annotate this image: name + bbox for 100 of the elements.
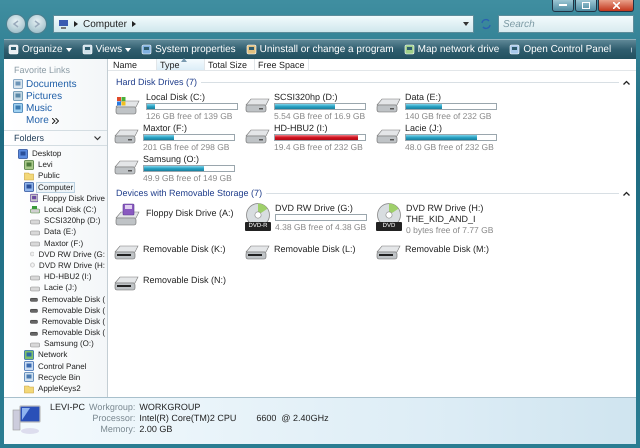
favorite-links-heading: Favorite Links: [13, 64, 72, 77]
drive-name[interactable]: Data (E:): [405, 92, 497, 102]
folder-tree-item[interactable]: Control Panel: [36, 360, 88, 372]
column-header[interactable]: Total Size: [205, 59, 255, 70]
drive-name[interactable]: Samsung (O:): [143, 154, 235, 164]
maximize-button[interactable]: [575, 0, 597, 12]
toolbar-button[interactable]: Views: [82, 44, 132, 55]
favorite-link[interactable]: Pictures: [4, 90, 107, 102]
hard-drive-icon: [245, 98, 270, 113]
minimize-button[interactable]: [552, 0, 574, 12]
floppy-drive-icon: [114, 203, 142, 227]
detail-label: Workgroup:: [89, 402, 136, 412]
removable-drive-icon: [245, 245, 270, 260]
sort-arrow-icon: [181, 58, 187, 62]
toolbar-button[interactable]: Organize: [8, 44, 72, 55]
toolbar-button[interactable]: Open Control Panel: [509, 44, 612, 55]
close-icon: [612, 2, 620, 9]
folder-tree-item[interactable]: Removable Disk (: [40, 294, 107, 305]
computer-name: LEVI-PC: [50, 402, 86, 414]
folder-tree-item[interactable]: Computer: [36, 182, 76, 193]
folder-tree-item[interactable]: Levi: [36, 159, 55, 170]
detail-label: Processor:: [91, 413, 136, 423]
search-field[interactable]: Search: [498, 15, 634, 33]
address-bar[interactable]: Computer: [53, 15, 474, 33]
drive-name[interactable]: Maxtor (F:): [143, 123, 235, 133]
detail-value: 2.00 GB: [139, 424, 174, 434]
drive-name[interactable]: SCSI320hp (D:): [274, 92, 366, 102]
forward-button[interactable]: [27, 14, 47, 34]
free-space: 201 GB free of 298 GB: [143, 142, 230, 152]
hard-drive-icon: [245, 129, 270, 144]
drive-icon: [30, 204, 40, 215]
toolbar-button[interactable]: Map network drive: [404, 44, 500, 55]
free-space: 126 GB free of 139 GB: [146, 111, 234, 121]
drive-name[interactable]: Floppy Disk Drive (A:): [146, 208, 234, 218]
folder-tree-item[interactable]: Samsung (O:): [42, 338, 96, 350]
dropdown-arrow-icon: [125, 48, 132, 52]
free-space: 0 bytes free of 7.77 GB: [406, 225, 494, 235]
volume-label: THE_KID_AND_I: [406, 214, 477, 224]
folder-tree-item[interactable]: Recycle Bin: [36, 372, 82, 383]
hard-drive-icon: [376, 129, 401, 144]
drive-name[interactable]: DVD RW Drive (G:): [275, 203, 367, 213]
column-header[interactable]: Free Space: [255, 59, 309, 70]
free-space: 49.9 GB free of 149 GB: [143, 173, 233, 183]
refresh-icon: [480, 18, 492, 30]
free-space: 48.0 GB free of 232 GB: [405, 142, 495, 152]
free-space: 5.54 GB free of 16.9 GB: [274, 111, 366, 121]
favorite-link[interactable]: Music: [4, 102, 107, 114]
drive-name[interactable]: Local Disk (C:): [146, 92, 238, 102]
drive-name[interactable]: Lacie (J:): [405, 123, 497, 133]
dropdown-arrow-icon: [66, 48, 72, 52]
folder-tree-item[interactable]: Removable Disk (: [40, 316, 107, 327]
group-heading[interactable]: Hard Disk Drives (7): [116, 77, 198, 87]
drive-name[interactable]: Removable Disk (K:): [143, 244, 226, 254]
detail-value: WORKGROUP: [139, 402, 202, 412]
chevron-right-icon: [132, 21, 136, 27]
folder-tree-item[interactable]: SCSI320hp (D:): [42, 215, 102, 226]
drive-name[interactable]: HD-HBU2 (I:): [274, 123, 366, 133]
folder-tree-item[interactable]: Public: [36, 170, 62, 182]
free-space: 140 GB free of 232 GB: [405, 111, 492, 121]
folders-heading[interactable]: Folders: [14, 133, 44, 143]
folder-tree-item[interactable]: Desktop: [30, 148, 64, 160]
drive-name[interactable]: Removable Disk (N:): [143, 275, 226, 285]
chevron-down-icon: [94, 136, 101, 140]
detail-value: Intel(R) Core(TM)2 CPU 6600 @ 2.40GHz: [139, 413, 329, 423]
folder-tree-item[interactable]: Lacie (J:): [42, 282, 79, 294]
folder-tree-item[interactable]: Network: [36, 349, 70, 360]
more-link[interactable]: More: [26, 115, 49, 126]
column-header[interactable]: Type: [157, 59, 205, 70]
maximize-icon: [582, 2, 590, 9]
toolbar-button[interactable]: Uninstall or change a program: [246, 44, 394, 55]
detail-label: Memory:: [99, 424, 136, 434]
toolbar-button[interactable]: System properties: [141, 44, 236, 55]
folder-tree-item[interactable]: Floppy Disk Drive: [40, 192, 107, 204]
favorite-link[interactable]: Documents: [4, 78, 107, 90]
drive-name[interactable]: DVD RW Drive (H:): [406, 203, 494, 213]
folder-tree-item[interactable]: DVD RW Drive (H:: [36, 260, 107, 271]
folder-icon: [24, 384, 34, 394]
back-button[interactable]: [6, 14, 26, 34]
removable-drive-icon: [114, 276, 139, 291]
folder-tree-item[interactable]: Removable Disk (: [40, 327, 107, 338]
free-space: 19.4 GB free of 232 GB: [274, 142, 364, 152]
drive-name[interactable]: Removable Disk (L:): [274, 244, 356, 254]
close-button[interactable]: [598, 0, 634, 12]
hard-drive-icon: [114, 160, 139, 175]
folder-tree-item[interactable]: DVD RW Drive (G:: [36, 248, 107, 260]
free-space: 4.38 GB free of 4.38 GB: [275, 222, 367, 232]
folder-tree-item[interactable]: HD-HBU2 (I:): [42, 271, 94, 282]
chevron-right-icon: [74, 21, 78, 27]
drive-name[interactable]: Removable Disk (M:): [405, 244, 490, 254]
folder-tree-item[interactable]: Data (E:): [42, 226, 78, 238]
removable-drive-icon: [376, 245, 401, 260]
folder-tree-item[interactable]: AppleKeys2: [36, 383, 83, 394]
folder-tree-item[interactable]: Local Disk (C:): [42, 204, 98, 216]
removable-drive-icon: [114, 245, 139, 260]
group-heading[interactable]: Devices with Removable Storage (7): [116, 188, 262, 198]
double-chevron-icon: [52, 118, 59, 124]
folder-tree-item[interactable]: Maxtor (F:): [42, 238, 86, 249]
breadcrumb[interactable]: Computer: [83, 18, 127, 30]
dropdown-arrow-icon: [463, 22, 469, 26]
folder-tree-item[interactable]: Removable Disk (: [40, 304, 107, 316]
